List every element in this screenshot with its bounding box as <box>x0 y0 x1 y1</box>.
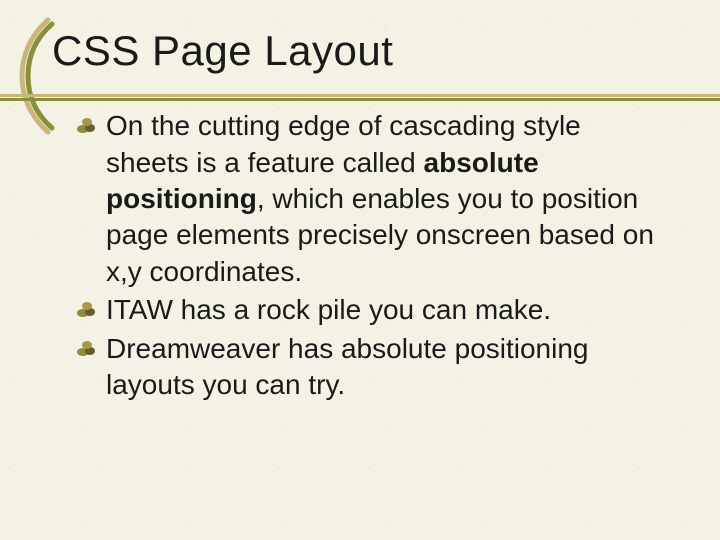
list-item: On the cutting edge of cascading style s… <box>106 108 670 290</box>
list-item: Dreamweaver has absolute positioning lay… <box>106 331 670 404</box>
stones-bullet-icon <box>76 338 96 358</box>
bullet-text: Dreamweaver has absolute positioning lay… <box>106 333 589 400</box>
list-item: ITAW has a rock pile you can make. <box>106 292 670 328</box>
bullet-text: On the cutting edge of cascading style s… <box>106 110 654 287</box>
bullet-list: On the cutting edge of cascading style s… <box>50 108 670 403</box>
stones-bullet-icon <box>76 299 96 319</box>
slide-title: CSS Page Layout <box>50 28 670 74</box>
title-area: CSS Page Layout <box>50 28 670 74</box>
slide: CSS Page Layout On the cutting edge of c… <box>0 0 720 540</box>
horizontal-rule-icon <box>0 94 720 102</box>
bullet-text: ITAW has a rock pile you can make. <box>106 294 551 325</box>
stones-bullet-icon <box>76 115 96 135</box>
